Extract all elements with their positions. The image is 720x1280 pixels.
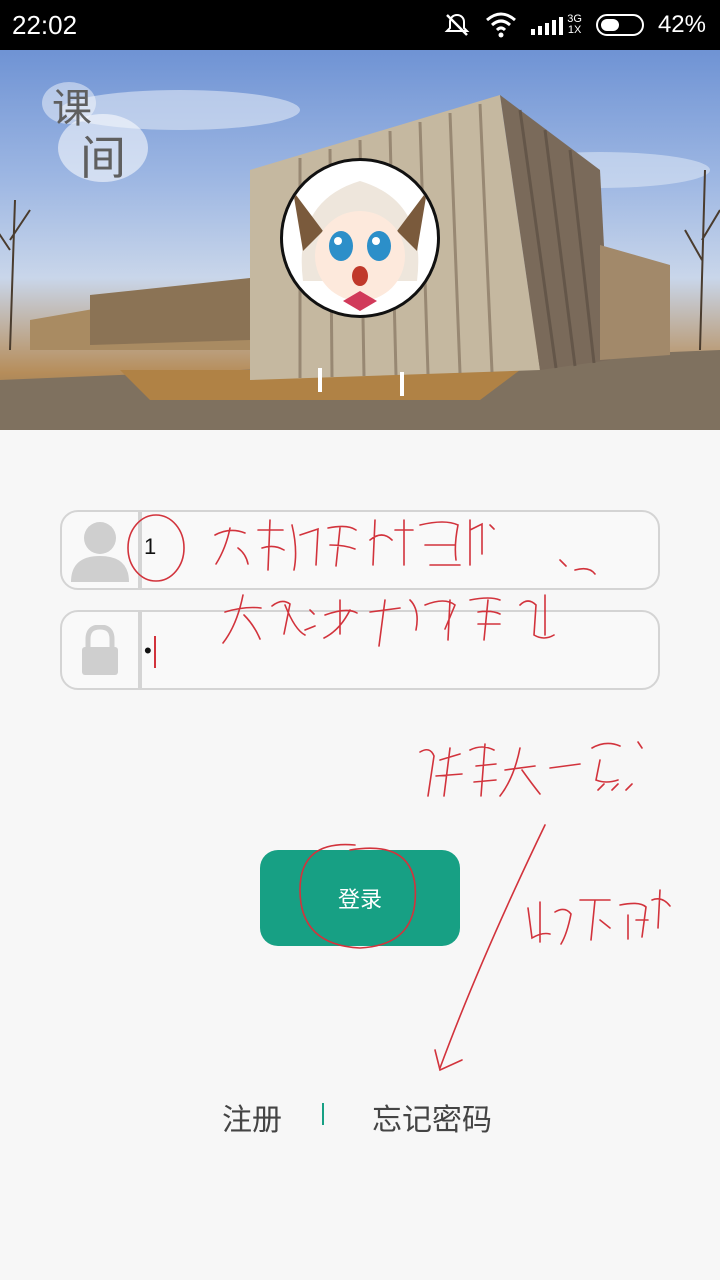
status-bar: 22:02 3G 1X 42% (0, 0, 720, 50)
login-button[interactable]: 登录 (260, 850, 460, 946)
status-icons: 3G 1X 42% (443, 8, 706, 42)
avatar[interactable] (280, 158, 440, 318)
register-link[interactable]: 注册 (222, 1095, 282, 1139)
status-time: 22:02 (12, 10, 78, 40)
app-logo: 课 间 (40, 70, 160, 190)
username-input[interactable]: 1 (144, 534, 156, 560)
password-field[interactable]: • (60, 610, 660, 690)
lock-icon (82, 625, 118, 675)
mute-icon (444, 13, 470, 36)
forgot-password-link[interactable]: 忘记密码 (372, 1095, 492, 1139)
username-field[interactable]: 1 (60, 510, 660, 590)
wifi-icon (486, 12, 517, 38)
logo-char-2: 间 (80, 131, 126, 185)
battery-percent: 42% (657, 11, 706, 38)
battery-icon (595, 14, 644, 36)
bottom-links: 注册 忘记密码 (0, 1095, 720, 1138)
signal-icon: 3G 1X (531, 14, 582, 36)
password-input[interactable]: • (144, 638, 152, 664)
text-cursor (154, 636, 156, 668)
network-type-bottom: 1X (567, 24, 582, 36)
header-banner: 课 间 (0, 50, 720, 430)
user-icon (71, 522, 129, 582)
link-separator (322, 1103, 324, 1125)
